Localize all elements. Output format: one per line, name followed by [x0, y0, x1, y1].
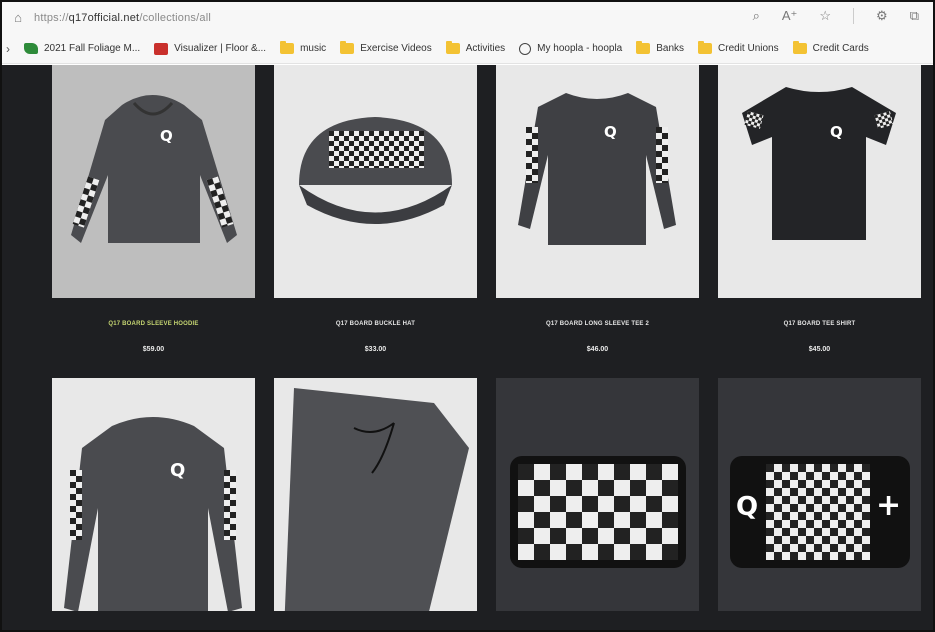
- sleeve-checker: [656, 127, 668, 183]
- plus-icon: +: [876, 488, 902, 523]
- bookmark-label: 2021 Fall Foliage M...: [44, 43, 141, 54]
- favorite-star-icon[interactable]: ☆: [819, 8, 831, 24]
- address-bar[interactable]: ⌂ https://q17official.net/collections/al…: [2, 2, 933, 34]
- hoodie-image: [71, 95, 237, 243]
- product-card-joggers[interactable]: [274, 378, 477, 611]
- q-logo: Q: [830, 123, 843, 141]
- product-price: $45.00: [808, 346, 831, 353]
- product-grid: Q Q17 BOARD SLEEVE HOODIE $59.00 Q17 BOA…: [2, 65, 933, 630]
- product-title[interactable]: Q17 BOARD TEE SHIRT: [718, 321, 921, 327]
- product-image-hoodie[interactable]: Q: [52, 65, 255, 298]
- bookmark-activities[interactable]: Activities: [445, 41, 506, 54]
- product-image-hat[interactable]: [274, 65, 477, 298]
- url-prefix: https://: [34, 12, 69, 24]
- patch-checker: [518, 464, 678, 560]
- extensions-icon[interactable]: ⚙: [876, 8, 888, 24]
- product-price: $59.00: [142, 346, 165, 353]
- bookmark-label: Visualizer | Floor &...: [174, 43, 267, 54]
- bookmark-exercise-videos[interactable]: Exercise Videos: [340, 41, 432, 54]
- bookmarks-bar: › 2021 Fall Foliage M... Visualizer | Fl…: [2, 34, 933, 64]
- bookmark-hoopla[interactable]: My hoopla - hoopla: [519, 42, 623, 55]
- bookmark-banks[interactable]: Banks: [636, 41, 685, 54]
- product-title[interactable]: Q17 BOARD LONG SLEEVE TEE 2: [496, 321, 699, 327]
- product-price: $33.00: [364, 346, 387, 353]
- product-image-tee[interactable]: Q: [718, 65, 921, 298]
- product-card-long-sleeve[interactable]: Q Q17 BOARD LONG SLEEVE TEE 2 $46.00: [496, 65, 699, 353]
- tee-image: [742, 87, 896, 240]
- bookmark-fall-foliage[interactable]: 2021 Fall Foliage M...: [24, 43, 140, 54]
- q-logo: Q: [160, 127, 173, 145]
- bookmarks-overflow-icon[interactable]: ›: [6, 42, 10, 56]
- lock-icon[interactable]: ⌂: [10, 10, 26, 26]
- bookmark-label: Exercise Videos: [360, 43, 432, 54]
- hoopla-icon: [519, 42, 532, 55]
- sleeve-checker: [526, 127, 538, 183]
- address-bar-tools: ⌕ A⁺ ☆ ⚙ ⧉: [753, 8, 919, 24]
- product-card-tee[interactable]: Q Q17 BOARD TEE SHIRT $45.00: [718, 65, 921, 353]
- joggers-image: [284, 388, 469, 611]
- visualizer-icon: [154, 42, 169, 55]
- folder-icon: [698, 41, 713, 54]
- folder-icon: [792, 41, 807, 54]
- product-image-q-patch[interactable]: Q +: [718, 378, 921, 611]
- bookmark-visualizer[interactable]: Visualizer | Floor &...: [154, 42, 267, 55]
- sleeve-checker: [224, 470, 236, 540]
- bookmark-credit-cards[interactable]: Credit Cards: [792, 41, 869, 54]
- product-title[interactable]: Q17 BOARD SLEEVE HOODIE: [52, 321, 255, 327]
- product-image-joggers[interactable]: [274, 378, 477, 611]
- url-field[interactable]: https://q17official.net/collections/all: [34, 12, 211, 24]
- bookmark-label: Credit Unions: [718, 43, 779, 54]
- read-aloud-icon[interactable]: A⁺: [782, 8, 798, 24]
- product-title[interactable]: Q17 BOARD BUCKLE HAT: [274, 321, 477, 327]
- sleeve-checker: [70, 470, 82, 540]
- leaf-icon: [24, 43, 38, 54]
- folder-icon: [445, 41, 460, 54]
- bookmark-credit-unions[interactable]: Credit Unions: [698, 41, 779, 54]
- hat-checker-panel: [329, 131, 424, 168]
- collections-icon[interactable]: ⧉: [910, 8, 919, 24]
- url-host: q17official.net: [68, 12, 140, 24]
- bookmark-label: Activities: [465, 43, 506, 54]
- patch-checker: [766, 464, 870, 560]
- folder-icon: [280, 41, 295, 54]
- product-image-long-sleeve-2[interactable]: Q: [52, 378, 255, 611]
- product-price: $46.00: [586, 346, 609, 353]
- bookmark-label: Credit Cards: [812, 43, 869, 54]
- q-logo: Q: [170, 460, 186, 481]
- bookmark-label: My hoopla - hoopla: [537, 43, 623, 54]
- folder-icon: [636, 41, 651, 54]
- bookmark-label: Banks: [656, 43, 685, 54]
- folder-icon: [340, 41, 355, 54]
- q-logo: Q: [736, 492, 759, 522]
- zoom-icon[interactable]: ⌕: [753, 8, 760, 24]
- browser-window: ⌂ https://q17official.net/collections/al…: [0, 0, 935, 632]
- product-card-hoodie[interactable]: Q Q17 BOARD SLEEVE HOODIE $59.00: [52, 65, 255, 353]
- hat-image: [299, 117, 452, 224]
- product-image-patch[interactable]: [496, 378, 699, 611]
- product-image-long-sleeve[interactable]: Q: [496, 65, 699, 298]
- product-card-q-patch[interactable]: Q +: [718, 378, 921, 611]
- product-card-patch[interactable]: [496, 378, 699, 611]
- url-path: /collections/all: [139, 12, 211, 24]
- product-card-hat[interactable]: Q17 BOARD BUCKLE HAT $33.00: [274, 65, 477, 353]
- bookmark-music[interactable]: music: [280, 41, 327, 54]
- q-logo: Q: [604, 123, 617, 141]
- toolbar-divider: [853, 8, 855, 24]
- bookmark-label: music: [300, 43, 327, 54]
- product-card-long-sleeve-2[interactable]: Q: [52, 378, 255, 611]
